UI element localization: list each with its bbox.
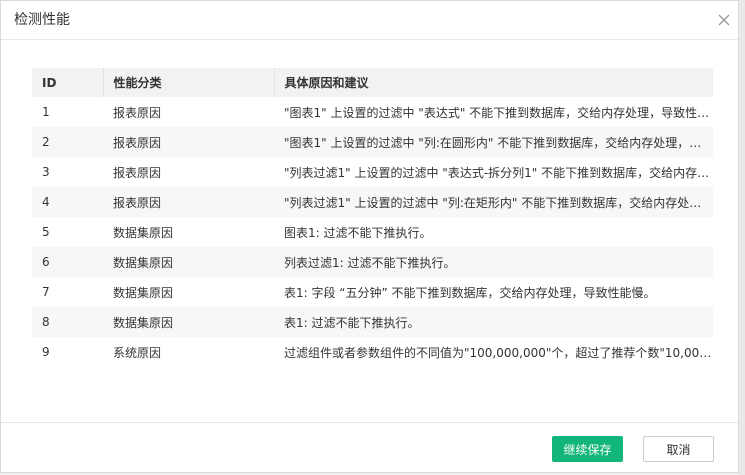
column-header-id: ID [32,68,104,97]
cell-detail: 表1: 字段 “五分钟” 不能下推到数据库，交给内存处理，导致性能慢。 [284,285,656,300]
cell-category: 报表原因 [103,187,274,217]
table-row: 1 报表原因 "图表1" 上设置的过滤中 "表达式" 不能下推到数据库，交给内存… [32,97,713,127]
cell-id: 8 [32,307,103,337]
column-header-detail: 具体原因和建议 [274,68,713,97]
cell-category: 报表原因 [103,127,274,157]
dialog-header: 检测性能 [1,1,738,40]
close-icon[interactable] [713,9,735,31]
cell-detail: "列表过滤1" 上设置的过滤中 "列:在矩形内" 不能下推到数据库，交给内存处理… [274,187,713,217]
table-row: 5 数据集原因 图表1: 过滤不能下推执行。 [32,217,713,247]
cancel-button[interactable]: 取消 [643,436,714,462]
cell-id: 9 [42,345,50,359]
table-row: 7 数据集原因 表1: 字段 “五分钟” 不能下推到数据库，交给内存处理，导致性… [32,277,713,307]
dialog-footer: 继续保存 取消 [1,422,738,473]
performance-check-dialog: 检测性能 ID 性能分类 具体原因和建议 1 报表原因 "图表1" 上设置的过滤… [0,0,739,473]
cell-category: 报表原因 [113,165,162,180]
table-row: 6 数据集原因 列表过滤1: 过滤不能下推执行。 [32,247,713,277]
cell-detail: 列表过滤1: 过滤不能下推执行。 [274,247,713,277]
cell-category: 数据集原因 [103,307,274,337]
cell-id: 7 [42,285,50,299]
cell-category: 系统原因 [113,345,162,360]
column-header-category: 性能分类 [103,68,275,97]
cell-id: 2 [32,127,103,157]
cell-category: 数据集原因 [113,285,174,300]
continue-save-button[interactable]: 继续保存 [552,436,623,462]
table-header-row: ID 性能分类 具体原因和建议 [32,68,713,97]
dialog-title: 检测性能 [14,12,70,28]
cell-detail: 表1: 过滤不能下推执行。 [274,307,713,337]
cell-detail: 过滤组件或者参数组件的不同值为"100,000,000"个，超过了推荐个数"10… [284,345,713,360]
cell-id: 3 [42,165,50,179]
cell-category: 报表原因 [113,105,162,120]
cell-category: 数据集原因 [113,225,174,240]
cell-detail: "图表1" 上设置的过滤中 "列:在圆形内" 不能下推到数据库，交给内存处理，导… [274,127,713,157]
cell-detail: "列表过滤1" 上设置的过滤中 "表达式-拆分列1" 不能下推到数据库，交给内存… [284,165,713,180]
table-row: 2 报表原因 "图表1" 上设置的过滤中 "列:在圆形内" 不能下推到数据库，交… [32,127,713,157]
cell-category: 数据集原因 [103,247,274,277]
cell-id: 1 [42,105,50,119]
table-row: 3 报表原因 "列表过滤1" 上设置的过滤中 "表达式-拆分列1" 不能下推到数… [32,157,713,187]
window-edge [739,0,745,475]
table-row: 4 报表原因 "列表过滤1" 上设置的过滤中 "列:在矩形内" 不能下推到数据库… [32,187,713,217]
cell-id: 5 [42,225,50,239]
cell-id: 4 [32,187,103,217]
table-row: 9 系统原因 过滤组件或者参数组件的不同值为"100,000,000"个，超过了… [32,337,713,367]
cell-id: 6 [32,247,103,277]
cell-detail: "图表1" 上设置的过滤中 "表达式" 不能下推到数据库，交给内存处理，导致性能… [284,105,713,120]
table-row: 8 数据集原因 表1: 过滤不能下推执行。 [32,307,713,337]
cell-detail: 图表1: 过滤不能下推执行。 [284,225,432,240]
performance-table: ID 性能分类 具体原因和建议 1 报表原因 "图表1" 上设置的过滤中 "表达… [32,68,713,367]
